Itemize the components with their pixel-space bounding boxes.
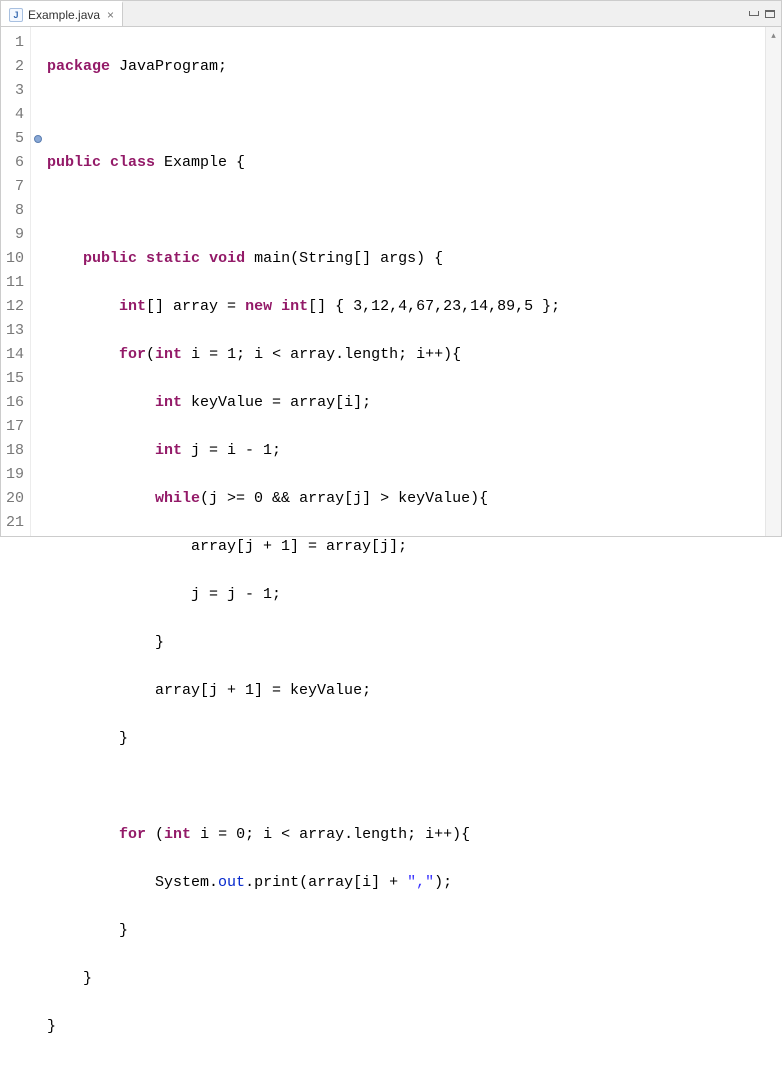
line-number-gutter: 123456789101112131415161718192021	[1, 27, 31, 536]
marker-cell	[31, 55, 45, 79]
line-number: 21	[1, 511, 30, 535]
maximize-icon[interactable]	[765, 10, 775, 18]
marker-cell	[31, 463, 45, 487]
line-number: 15	[1, 367, 30, 391]
line-number: 1	[1, 31, 30, 55]
line-number: 10	[1, 247, 30, 271]
marker-cell	[31, 151, 45, 175]
marker-cell	[31, 31, 45, 55]
line-number: 11	[1, 271, 30, 295]
marker-cell	[31, 199, 45, 223]
marker-cell	[31, 271, 45, 295]
scroll-up-icon[interactable]: ▴	[766, 27, 781, 43]
code-content[interactable]: package JavaProgram; public class Exampl…	[45, 27, 781, 536]
marker-column	[31, 27, 45, 536]
marker-cell	[31, 319, 45, 343]
vertical-scrollbar[interactable]: ▴	[765, 27, 781, 536]
line-number: 13	[1, 319, 30, 343]
line-number: 7	[1, 175, 30, 199]
marker-cell	[31, 175, 45, 199]
line-number: 16	[1, 391, 30, 415]
java-file-icon: J	[9, 8, 23, 22]
marker-cell	[31, 295, 45, 319]
toolbar-right	[749, 1, 775, 26]
marker-cell	[31, 223, 45, 247]
tab-filename: Example.java	[28, 8, 100, 22]
line-number: 18	[1, 439, 30, 463]
editor-area: 123456789101112131415161718192021 packag…	[1, 27, 781, 536]
line-number: 17	[1, 415, 30, 439]
line-number: 12	[1, 295, 30, 319]
minimize-icon[interactable]	[749, 11, 759, 16]
line-number: 14	[1, 343, 30, 367]
marker-cell	[31, 127, 45, 151]
line-number: 9	[1, 223, 30, 247]
close-icon[interactable]: ×	[105, 9, 116, 21]
marker-cell	[31, 79, 45, 103]
line-number: 6	[1, 151, 30, 175]
marker-cell	[31, 103, 45, 127]
marker-cell	[31, 343, 45, 367]
line-number: 5	[1, 127, 30, 151]
marker-cell	[31, 247, 45, 271]
marker-cell	[31, 511, 45, 535]
line-number: 2	[1, 55, 30, 79]
marker-cell	[31, 439, 45, 463]
marker-cell	[31, 415, 45, 439]
tab-bar: J Example.java ×	[1, 1, 781, 27]
marker-cell	[31, 367, 45, 391]
line-number: 8	[1, 199, 30, 223]
line-number: 4	[1, 103, 30, 127]
marker-cell	[31, 391, 45, 415]
line-number: 19	[1, 463, 30, 487]
marker-cell	[31, 487, 45, 511]
editor-tab[interactable]: J Example.java ×	[1, 1, 123, 26]
line-number: 20	[1, 487, 30, 511]
override-marker-icon[interactable]	[34, 135, 42, 143]
line-number: 3	[1, 79, 30, 103]
